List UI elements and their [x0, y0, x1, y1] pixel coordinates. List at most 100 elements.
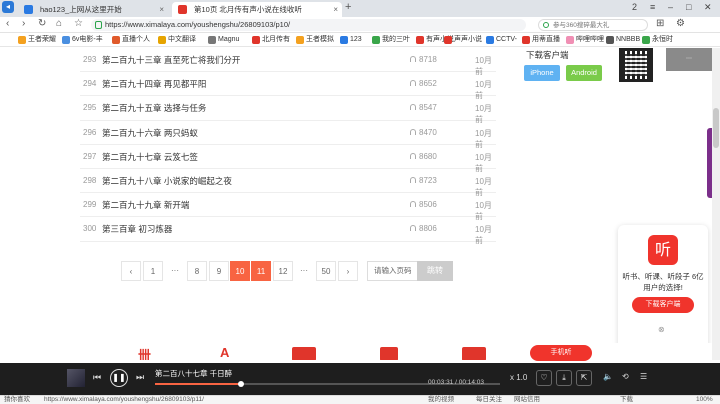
previous-track-icon[interactable]: ⏮ — [93, 372, 101, 383]
scrollbar[interactable] — [712, 48, 720, 360]
bookmark-item[interactable]: 永恒时 — [642, 34, 673, 46]
headphones-icon — [410, 80, 416, 87]
jump-button[interactable]: 跳转 — [417, 261, 453, 281]
page-content: 293 第二百九十三章 直至死亡将我们分开 8718 10月前 294 第二百九十四章 再… — [0, 48, 712, 360]
track-title[interactable]: 第二百九十九章 新开端 — [102, 199, 189, 211]
sidebar-ad[interactable]: ⋯ — [666, 48, 712, 71]
loop-icon[interactable]: ⟲ — [622, 372, 629, 381]
status-item[interactable]: 下载 — [620, 396, 633, 404]
bookmark-item[interactable]: Magnu — [208, 34, 239, 46]
track-row[interactable]: 295 第二百九十五章 选择与任务 8547 10月前 — [80, 96, 496, 124]
bookmark-item[interactable]: 王者荣耀 — [18, 34, 56, 46]
zoom-level[interactable]: 100% — [696, 396, 713, 404]
status-item[interactable]: 我的视频 — [428, 396, 454, 404]
pause-button[interactable]: ❚❚ — [110, 369, 128, 387]
forward-icon[interactable]: › — [22, 18, 25, 29]
bookmark-item[interactable]: 北月传有 — [252, 34, 290, 46]
status-url: https://www.ximalaya.com/youshengshu/268… — [44, 396, 204, 403]
page-button-9[interactable]: 9 — [209, 261, 229, 281]
iphone-download-button[interactable]: iPhone — [524, 65, 560, 81]
share-icon[interactable]: ⇱ — [576, 370, 592, 386]
refresh-icon[interactable]: ↻ — [38, 18, 46, 29]
next-track-icon[interactable]: ⏭ — [136, 372, 144, 383]
track-title[interactable]: 第二百九十七章 云笈七签 — [102, 151, 198, 163]
close-icon[interactable]: × — [159, 2, 164, 17]
prev-page-button[interactable]: ‹ — [121, 261, 141, 281]
close-window-button[interactable]: ✕ — [704, 2, 712, 13]
track-title[interactable]: 第二百九十八章 小说家的崛起之夜 — [102, 175, 232, 187]
page-number-input[interactable]: 请输入页码 — [367, 261, 423, 281]
page-button-10-current[interactable]: 10 — [230, 261, 250, 281]
notification-count[interactable]: 2 — [632, 2, 637, 12]
next-page-button[interactable]: › — [338, 261, 358, 281]
bookmark-item[interactable]: 我的三叶 — [372, 34, 410, 46]
bookmark-item[interactable]: CCTV- — [486, 34, 517, 46]
download-icon[interactable]: ⤓ — [556, 370, 572, 386]
track-row[interactable]: 300 第三百章 初习炼器 8806 10月前 — [80, 217, 496, 245]
phone-listen-button[interactable]: 手机听 — [530, 345, 592, 361]
tab-ximalaya[interactable]: 第10页 北月传有声小说在线收听 × — [172, 2, 342, 17]
close-icon[interactable]: ⊗ — [658, 325, 665, 334]
track-row[interactable]: 293 第二百九十三章 直至死亡将我们分开 8718 10月前 — [80, 48, 496, 76]
settings-icon[interactable]: ⚙ — [676, 18, 685, 29]
minimize-button[interactable]: – — [668, 2, 673, 12]
page-button-8[interactable]: 8 — [187, 261, 207, 281]
status-left[interactable]: 猜你喜欢 — [4, 396, 30, 404]
track-title[interactable]: 第三百章 初习炼器 — [102, 223, 172, 235]
track-row[interactable]: 299 第二百九十九章 新开端 8506 10月前 — [80, 193, 496, 221]
bookmark-item[interactable]: 声声小说 — [444, 34, 482, 46]
volume-icon[interactable]: 🔈 — [603, 372, 613, 381]
bookmark-item[interactable]: 王者模拟 — [296, 34, 334, 46]
bookmark-item[interactable]: 中文翻译 — [158, 34, 196, 46]
url-field[interactable]: https://www.ximalaya.com/youshengshu/268… — [91, 19, 526, 31]
scrollbar-thumb[interactable] — [713, 108, 719, 148]
bookmark-item[interactable]: 用蒂直播 — [522, 34, 560, 46]
progress-handle[interactable] — [238, 381, 245, 387]
heart-icon[interactable]: ♡ — [536, 370, 552, 386]
bookmark-item[interactable]: NNBBB — [606, 34, 640, 46]
bookmark-label: 王者模拟 — [306, 36, 334, 43]
playback-speed[interactable]: x 1.0 — [510, 373, 527, 382]
page-button-50[interactable]: 50 — [316, 261, 336, 281]
android-download-button[interactable]: Android — [566, 65, 602, 81]
track-number: 298 — [83, 175, 97, 185]
track-row[interactable]: 297 第二百九十七章 云笈七签 8680 10月前 — [80, 145, 496, 173]
partner-logo-icon[interactable]: 卌 — [138, 345, 151, 360]
new-tab-button[interactable]: + — [345, 1, 351, 13]
playlist-icon[interactable]: ☰ — [640, 372, 647, 381]
promo-download-button[interactable]: 下载客户端 — [632, 297, 694, 313]
bookmark-item[interactable]: 直播个人 — [112, 34, 150, 46]
bookmark-item[interactable]: 6v电影-丰 — [62, 34, 103, 46]
back-icon[interactable]: ‹ — [6, 18, 9, 29]
menu-icon[interactable]: ≡ — [650, 2, 655, 12]
track-title[interactable]: 第二百九十六章 两只蚂蚁 — [102, 127, 198, 139]
tab-hao123[interactable]: hao123_上网从这里开始 × — [18, 2, 168, 17]
close-icon[interactable]: × — [333, 2, 338, 17]
track-row[interactable]: 294 第二百九十四章 再见都平阳 8652 10月前 — [80, 72, 496, 100]
partner-logo-icon[interactable] — [380, 347, 398, 360]
home-icon[interactable]: ⌂ — [56, 18, 62, 29]
extension-icon[interactable]: ⊞ — [656, 18, 664, 29]
page-button-12[interactable]: 12 — [273, 261, 293, 281]
star-icon[interactable]: ☆ — [74, 18, 83, 29]
status-item[interactable]: 网站信用 — [514, 396, 540, 404]
maximize-button[interactable]: □ — [686, 2, 691, 12]
track-title[interactable]: 第二百九十五章 选择与任务 — [102, 102, 206, 114]
page-button-11[interactable]: 11 — [251, 261, 271, 281]
track-title[interactable]: 第二百九十四章 再见都平阳 — [102, 78, 206, 90]
partner-logo-icon[interactable]: A — [220, 345, 229, 360]
partner-logo-icon[interactable] — [462, 347, 486, 360]
bookmark-item[interactable]: 哔哩哔哩 — [566, 34, 604, 46]
status-item[interactable]: 每日关注 — [476, 396, 502, 404]
partner-logo-icon[interactable] — [292, 347, 316, 360]
bookmark-icon — [18, 36, 26, 44]
track-row[interactable]: 298 第二百九十八章 小说家的崛起之夜 8723 10月前 — [80, 169, 496, 197]
bookmark-item[interactable]: 123 — [340, 34, 362, 46]
bookmark-label: NNBBB — [616, 36, 641, 43]
track-row[interactable]: 296 第二百九十六章 两只蚂蚁 8470 10月前 — [80, 121, 496, 149]
album-cover[interactable] — [67, 369, 85, 387]
track-title[interactable]: 第二百九十三章 直至死亡将我们分开 — [102, 54, 240, 66]
search-input[interactable]: 参与360搜碎最大礼 — [538, 19, 648, 31]
tab-menu-icon[interactable]: ◂ — [2, 1, 14, 13]
page-button-1[interactable]: 1 — [143, 261, 163, 281]
